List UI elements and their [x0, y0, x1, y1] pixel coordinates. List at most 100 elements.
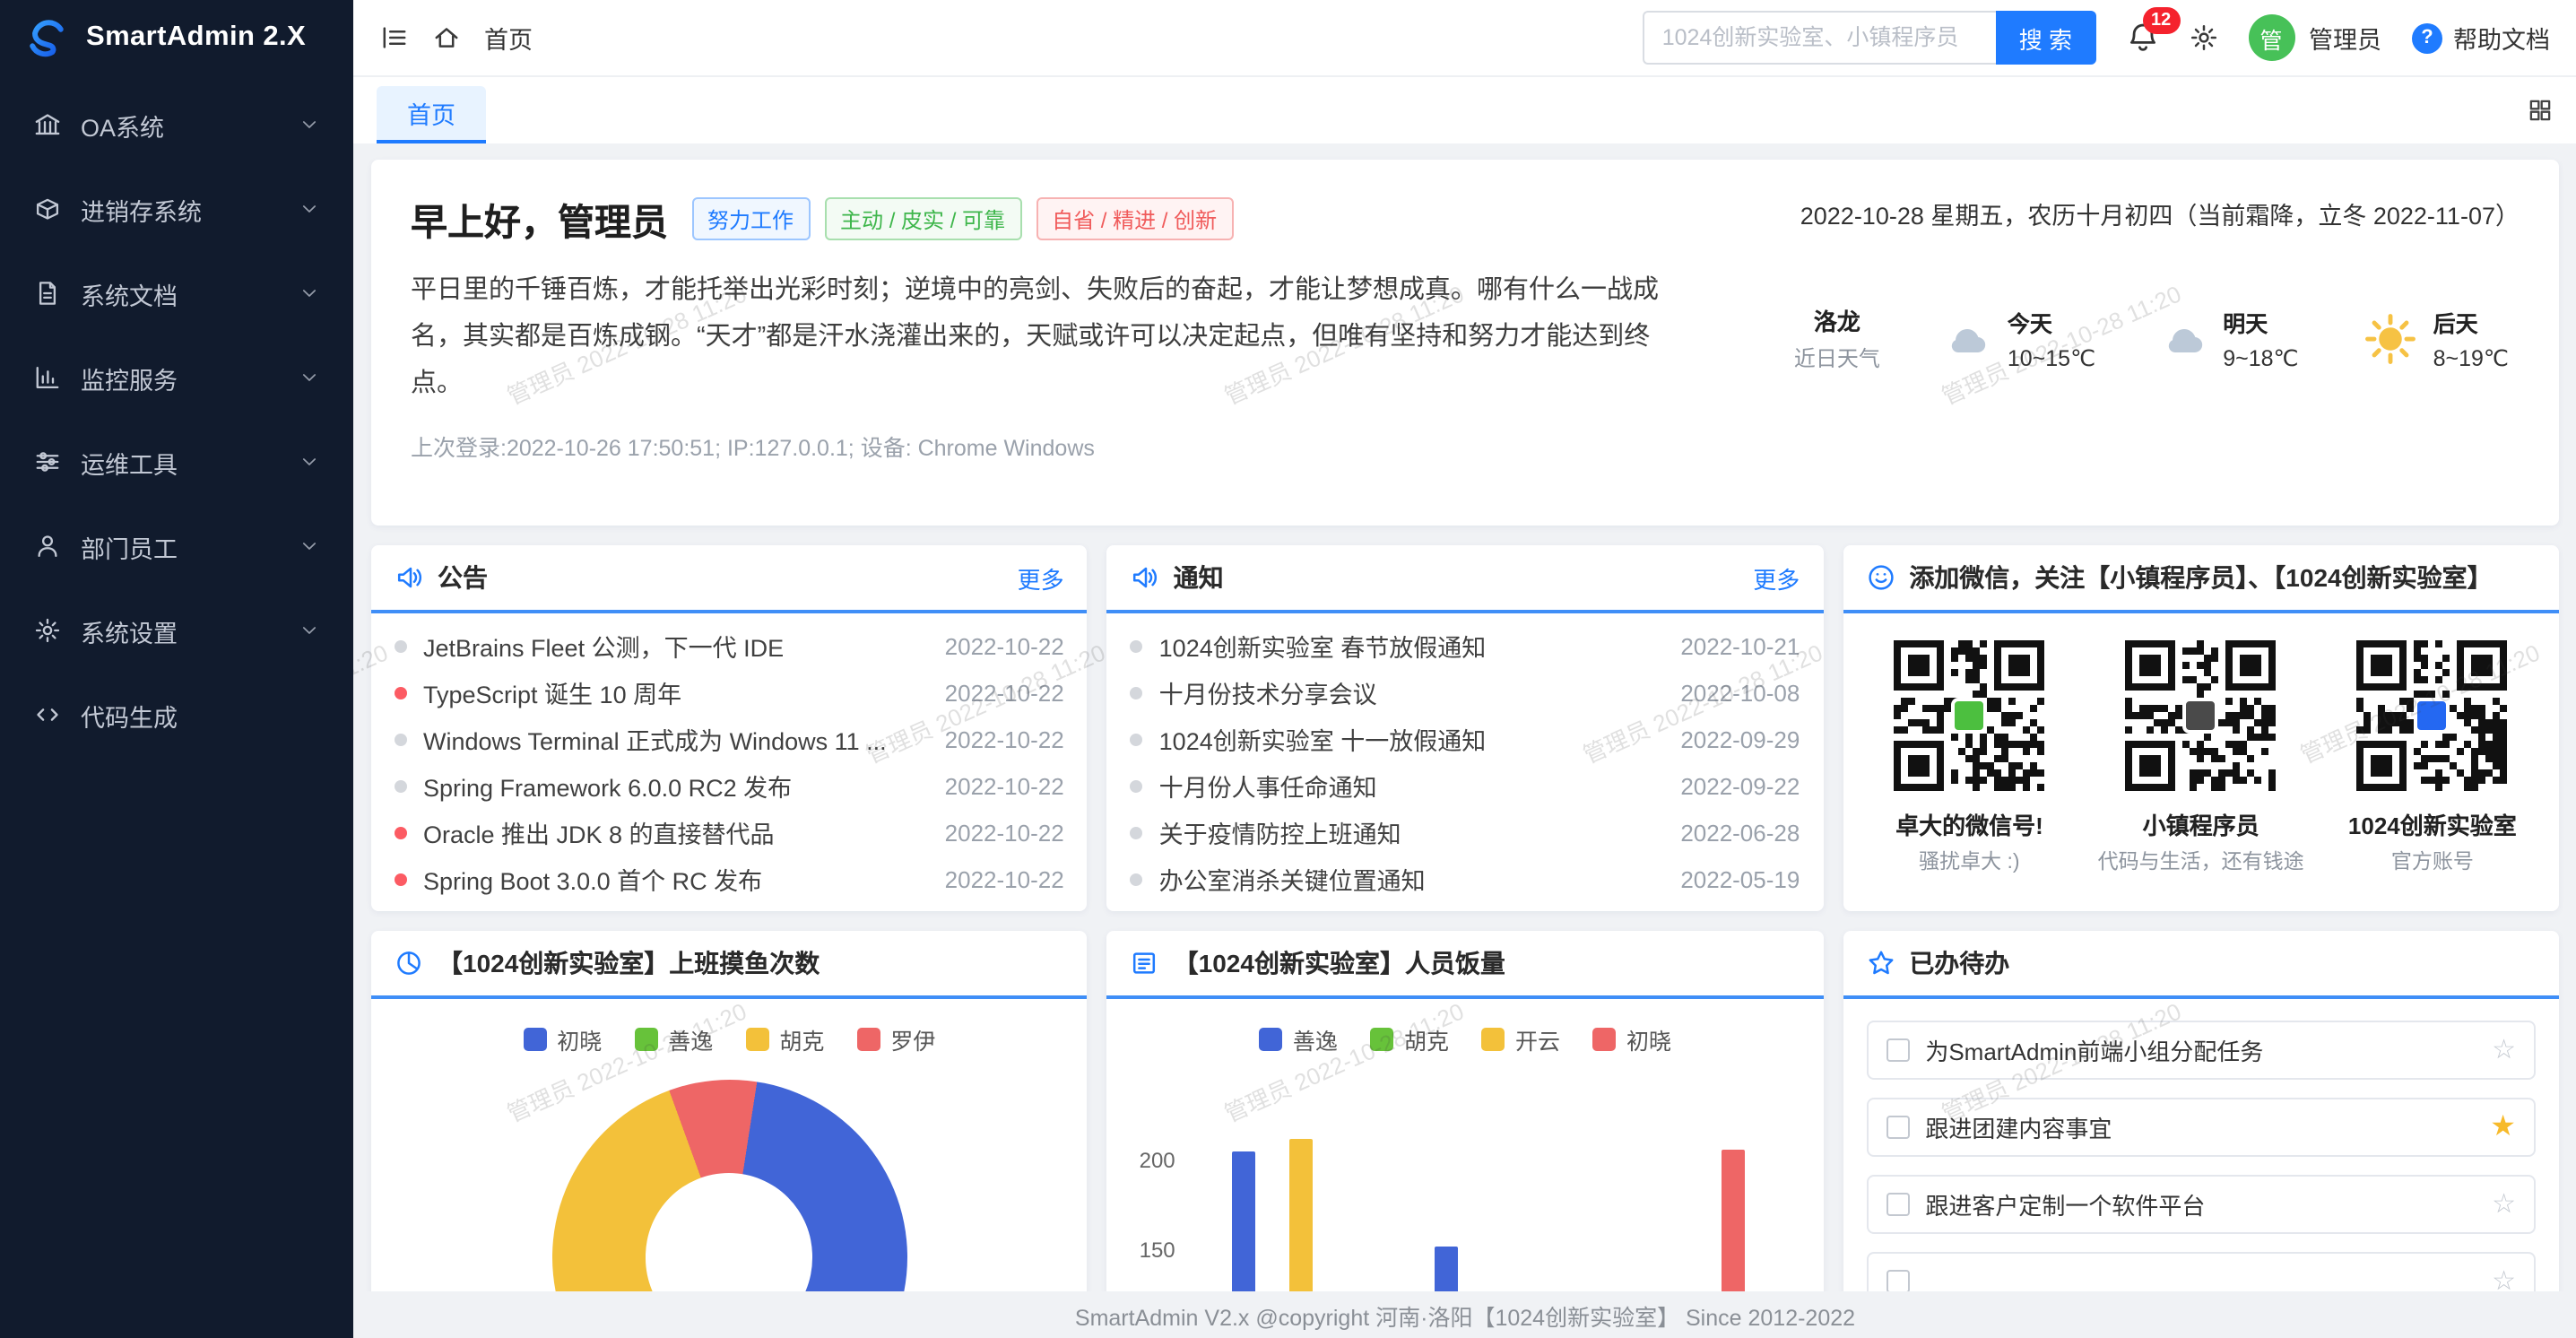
welcome-card: 早上好，管理员 努力工作主动 / 皮实 / 可靠自省 / 精进 / 创新 平日里…: [371, 160, 2559, 526]
layout-grid-icon[interactable]: [2527, 77, 2554, 143]
speaker-icon: [1131, 563, 1159, 592]
sidebar-item-8[interactable]: 代码生成: [0, 673, 353, 757]
bar: [1435, 1247, 1458, 1291]
news-item[interactable]: 十月份人事任命通知2022-09-22: [1131, 768, 1800, 804]
search-input[interactable]: [1643, 11, 1996, 65]
menu-fold-icon[interactable]: [380, 23, 409, 52]
bar: [1233, 1151, 1256, 1291]
building-icon: [34, 111, 61, 138]
bar-chart-plot: 050100150200: [1190, 1071, 1795, 1291]
sidebar-item-6[interactable]: 部门员工: [0, 504, 353, 588]
news-item[interactable]: 十月份技术分享会议2022-10-08: [1131, 674, 1800, 710]
sun-icon: [2364, 311, 2417, 365]
news-item[interactable]: 1024创新实验室 春节放假通知2022-10-21: [1131, 628, 1800, 664]
tab-home[interactable]: 首页: [377, 86, 486, 143]
bar: [1722, 1150, 1745, 1291]
news-item[interactable]: TypeScript 诞生 10 周年2022-10-22: [395, 674, 1064, 710]
todo-item[interactable]: 为SmartAdmin前端小组分配任务☆: [1866, 1021, 2536, 1080]
speaker-icon: [395, 563, 423, 592]
news-item[interactable]: Spring Boot 3.0.0 首个 RC 发布2022-10-22: [395, 861, 1064, 897]
welcome-left: 早上好，管理员 努力工作主动 / 皮实 / 可靠自省 / 精进 / 创新 平日里…: [411, 192, 1675, 493]
lab-logo-icon: [2415, 698, 2450, 734]
cards-row-3: 【1024创新实验室】上班摸鱼次数 初晓善逸胡克罗伊 【1024创新实验室: [371, 931, 2559, 1291]
user-avatar[interactable]: 管: [2248, 14, 2294, 61]
sidebar-item-2[interactable]: 进销存系统: [0, 167, 353, 251]
news-item[interactable]: Oracle 推出 JDK 8 的直接替代品2022-10-22: [395, 814, 1064, 850]
search-button[interactable]: 搜 索: [1996, 11, 2095, 65]
chevron-down-icon: [299, 621, 319, 640]
news-item[interactable]: 办公室消杀关键位置通知2022-05-19: [1131, 861, 1800, 897]
qr-row: 卓大的微信号!骚扰卓大 :)小镇程序员代码与生活，还有钱途1024创新实验室官方…: [1843, 613, 2559, 911]
news-item[interactable]: Spring Framework 6.0.0 RC2 发布2022-10-22: [395, 768, 1064, 804]
star-toggle-icon[interactable]: ☆: [2492, 1037, 2516, 1064]
todo-item[interactable]: 跟进客户定制一个软件平台☆: [1866, 1175, 2536, 1234]
bullet-dot: [1131, 873, 1143, 885]
card-title: 【1024创新实验室】上班摸鱼次数: [438, 945, 820, 981]
bullet-dot: [395, 733, 407, 745]
announcements-more-link[interactable]: 更多: [1018, 560, 1064, 595]
tools-icon: [34, 448, 61, 475]
user-name[interactable]: 管理员: [2309, 20, 2381, 56]
card-title: 公告: [438, 560, 488, 595]
todo-item[interactable]: 跟进团建内容事宜★: [1866, 1098, 2536, 1157]
sidebar-item-1[interactable]: OA系统: [0, 83, 353, 167]
legend-item: 初晓: [523, 1022, 602, 1056]
help-link[interactable]: ? 帮助文档: [2412, 20, 2550, 56]
dashboard-content: 早上好，管理员 努力工作主动 / 皮实 / 可靠自省 / 精进 / 创新 平日里…: [353, 143, 2576, 1291]
qr-code-image: [1890, 637, 2048, 795]
sidebar-item-7[interactable]: 系统设置: [0, 588, 353, 673]
meals-chart-card: 【1024创新实验室】人员饭量 善逸胡克开云初晓 050100150200: [1107, 931, 1824, 1291]
gear-icon[interactable]: [2189, 23, 2217, 52]
checkbox[interactable]: [1886, 1116, 1909, 1139]
sidebar: SmartAdmin 2.X OA系统进销存系统系统文档监控服务运维工具部门员工…: [0, 0, 353, 1338]
pie-legend: 初晓善逸胡克罗伊: [371, 999, 1088, 1056]
notices-more-link[interactable]: 更多: [1753, 560, 1800, 595]
sidebar-item-4[interactable]: 监控服务: [0, 335, 353, 420]
announcement-list: JetBrains Fleet 公测，下一代 IDE2022-10-22 Type…: [371, 613, 1088, 911]
checkbox[interactable]: [1886, 1193, 1909, 1216]
star-toggle-icon[interactable]: ☆: [2492, 1268, 2516, 1291]
bullet-dot: [395, 873, 407, 885]
qr-code-image: [2354, 637, 2511, 795]
bullet-dot: [1131, 733, 1143, 745]
news-item[interactable]: 关于疫情防控上班通知2022-06-28: [1131, 814, 1800, 850]
checkbox[interactable]: [1886, 1038, 1909, 1062]
welcome-right: 2022-10-28 星期五，农历十月初四（当前霜降，立冬 2022-11-07…: [1711, 192, 2520, 493]
notifications-button[interactable]: 12: [2126, 22, 2158, 54]
bullet-dot: [1131, 639, 1143, 652]
global-search: 搜 索: [1643, 11, 2095, 65]
star-toggle-icon[interactable]: ☆: [2492, 1191, 2516, 1218]
news-item[interactable]: JetBrains Fleet 公测，下一代 IDE2022-10-22: [395, 628, 1064, 664]
bullet-dot: [395, 826, 407, 838]
qr-item: 1024创新实验室官方账号: [2325, 637, 2540, 875]
app-logo[interactable]: SmartAdmin 2.X: [0, 0, 353, 75]
wechat-logo-icon: [1951, 698, 1987, 734]
qr-item: 小镇程序员代码与生活，还有钱途: [2094, 637, 2309, 875]
welcome-tag: 努力工作: [691, 197, 810, 240]
legend-item: 罗伊: [856, 1022, 935, 1056]
last-login-info: 上次登录:2022-10-26 17:50:51; IP:127.0.0.1; …: [411, 430, 1675, 464]
news-item[interactable]: Windows Terminal 正式成为 Windows 11 ...2022…: [395, 721, 1064, 757]
bullet-dot: [395, 639, 407, 652]
checkbox[interactable]: [1886, 1270, 1909, 1291]
card-title: 通知: [1174, 560, 1224, 595]
chevron-down-icon: [299, 115, 319, 135]
home-icon[interactable]: [432, 23, 461, 52]
announcements-card: 公告 更多 JetBrains Fleet 公测，下一代 IDE2022-10-…: [371, 545, 1088, 911]
legend-item: 善逸: [1259, 1022, 1338, 1056]
help-label: 帮助文档: [2453, 20, 2550, 56]
sidebar-item-5[interactable]: 运维工具: [0, 420, 353, 504]
app-title: SmartAdmin 2.X: [86, 22, 306, 54]
y-axis-tick: 150: [1122, 1238, 1175, 1263]
star-toggle-icon[interactable]: ★: [2490, 1113, 2516, 1142]
main-column: 首页 搜 索 12 管 管理员 ? 帮助文档: [353, 0, 2576, 1338]
chevron-down-icon: [299, 536, 319, 556]
smartadmin-page: SmartAdmin 2.X OA系统进销存系统系统文档监控服务运维工具部门员工…: [0, 0, 2576, 1338]
card-title: 【1024创新实验室】人员饭量: [1174, 945, 1505, 981]
news-item[interactable]: 1024创新实验室 十一放假通知2022-09-29: [1131, 721, 1800, 757]
wechat-card: 添加微信，关注【小镇程序员】、【1024创新实验室】 卓大的微信号!骚扰卓大 :…: [1843, 545, 2559, 911]
qr-item: 卓大的微信号!骚扰卓大 :): [1861, 637, 2077, 875]
notification-badge: 12: [2142, 7, 2180, 34]
todo-item[interactable]: ☆: [1866, 1252, 2536, 1291]
sidebar-item-3[interactable]: 系统文档: [0, 251, 353, 335]
